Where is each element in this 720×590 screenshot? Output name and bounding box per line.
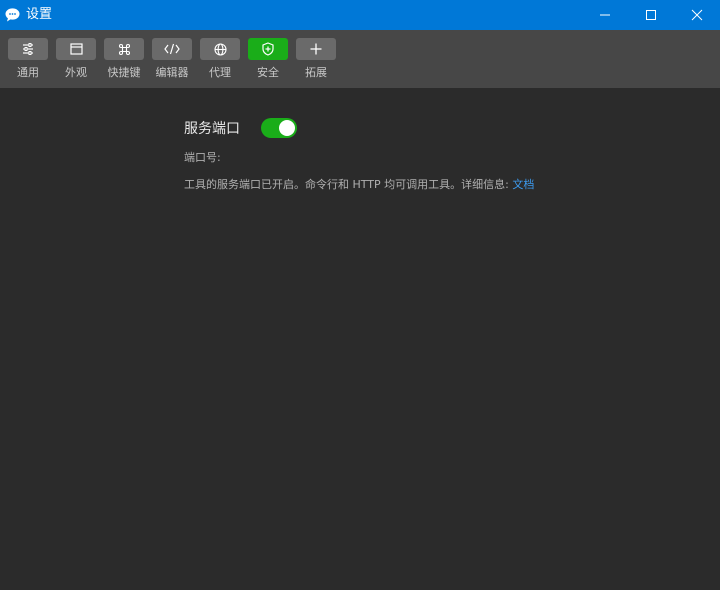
port-number-label: 端口号: xyxy=(184,151,221,164)
tab-proxy-button[interactable] xyxy=(200,38,240,60)
maximize-icon xyxy=(646,10,656,20)
toggle-knob xyxy=(279,120,295,136)
tab-editor-button[interactable] xyxy=(152,38,192,60)
window-layout-icon xyxy=(69,43,83,55)
service-port-title: 服务端口 xyxy=(184,121,240,137)
minimize-icon xyxy=(600,14,610,16)
close-icon xyxy=(691,9,703,21)
tab-general[interactable]: 通用 xyxy=(8,38,48,86)
tab-appearance[interactable]: 外观 xyxy=(56,38,96,86)
code-icon xyxy=(164,43,180,55)
description-text: 工具的服务端口已开启。命令行和 HTTP 均可调用工具。详细信息: xyxy=(184,178,509,191)
tab-security-button[interactable] xyxy=(248,38,288,60)
tab-shortcuts-button[interactable] xyxy=(104,38,144,60)
tab-extensions[interactable]: 拓展 xyxy=(296,38,336,86)
sliders-icon xyxy=(23,43,33,55)
tab-extensions-button[interactable] xyxy=(296,38,336,60)
docs-link[interactable]: 文档 xyxy=(512,178,534,191)
title-bar: 设置 xyxy=(0,0,720,30)
tab-editor[interactable]: 编辑器 xyxy=(152,38,192,86)
tab-extensions-label: 拓展 xyxy=(305,66,327,79)
service-port-description: 工具的服务端口已开启。命令行和 HTTP 均可调用工具。详细信息: 文档 xyxy=(184,178,534,192)
window-title: 设置 xyxy=(26,7,53,22)
shield-icon xyxy=(262,42,274,56)
command-key-icon xyxy=(118,43,130,55)
service-port-toggle[interactable] xyxy=(261,118,297,138)
settings-toolbar: 通用 外观 快捷键 编辑器 代理 安全 拓展 xyxy=(0,30,720,88)
tab-general-button[interactable] xyxy=(8,38,48,60)
tab-security[interactable]: 安全 xyxy=(248,38,288,86)
minimize-button[interactable] xyxy=(582,0,628,30)
globe-icon xyxy=(213,42,227,56)
maximize-button[interactable] xyxy=(628,0,674,30)
security-settings-panel: 服务端口 端口号: 工具的服务端口已开启。命令行和 HTTP 均可调用工具。详细… xyxy=(0,88,720,590)
tab-shortcuts[interactable]: 快捷键 xyxy=(104,38,144,86)
chat-bubble-icon xyxy=(5,8,20,22)
close-button[interactable] xyxy=(674,0,720,30)
tab-appearance-button[interactable] xyxy=(56,38,96,60)
plus-icon xyxy=(310,43,322,55)
tab-proxy[interactable]: 代理 xyxy=(200,38,240,86)
